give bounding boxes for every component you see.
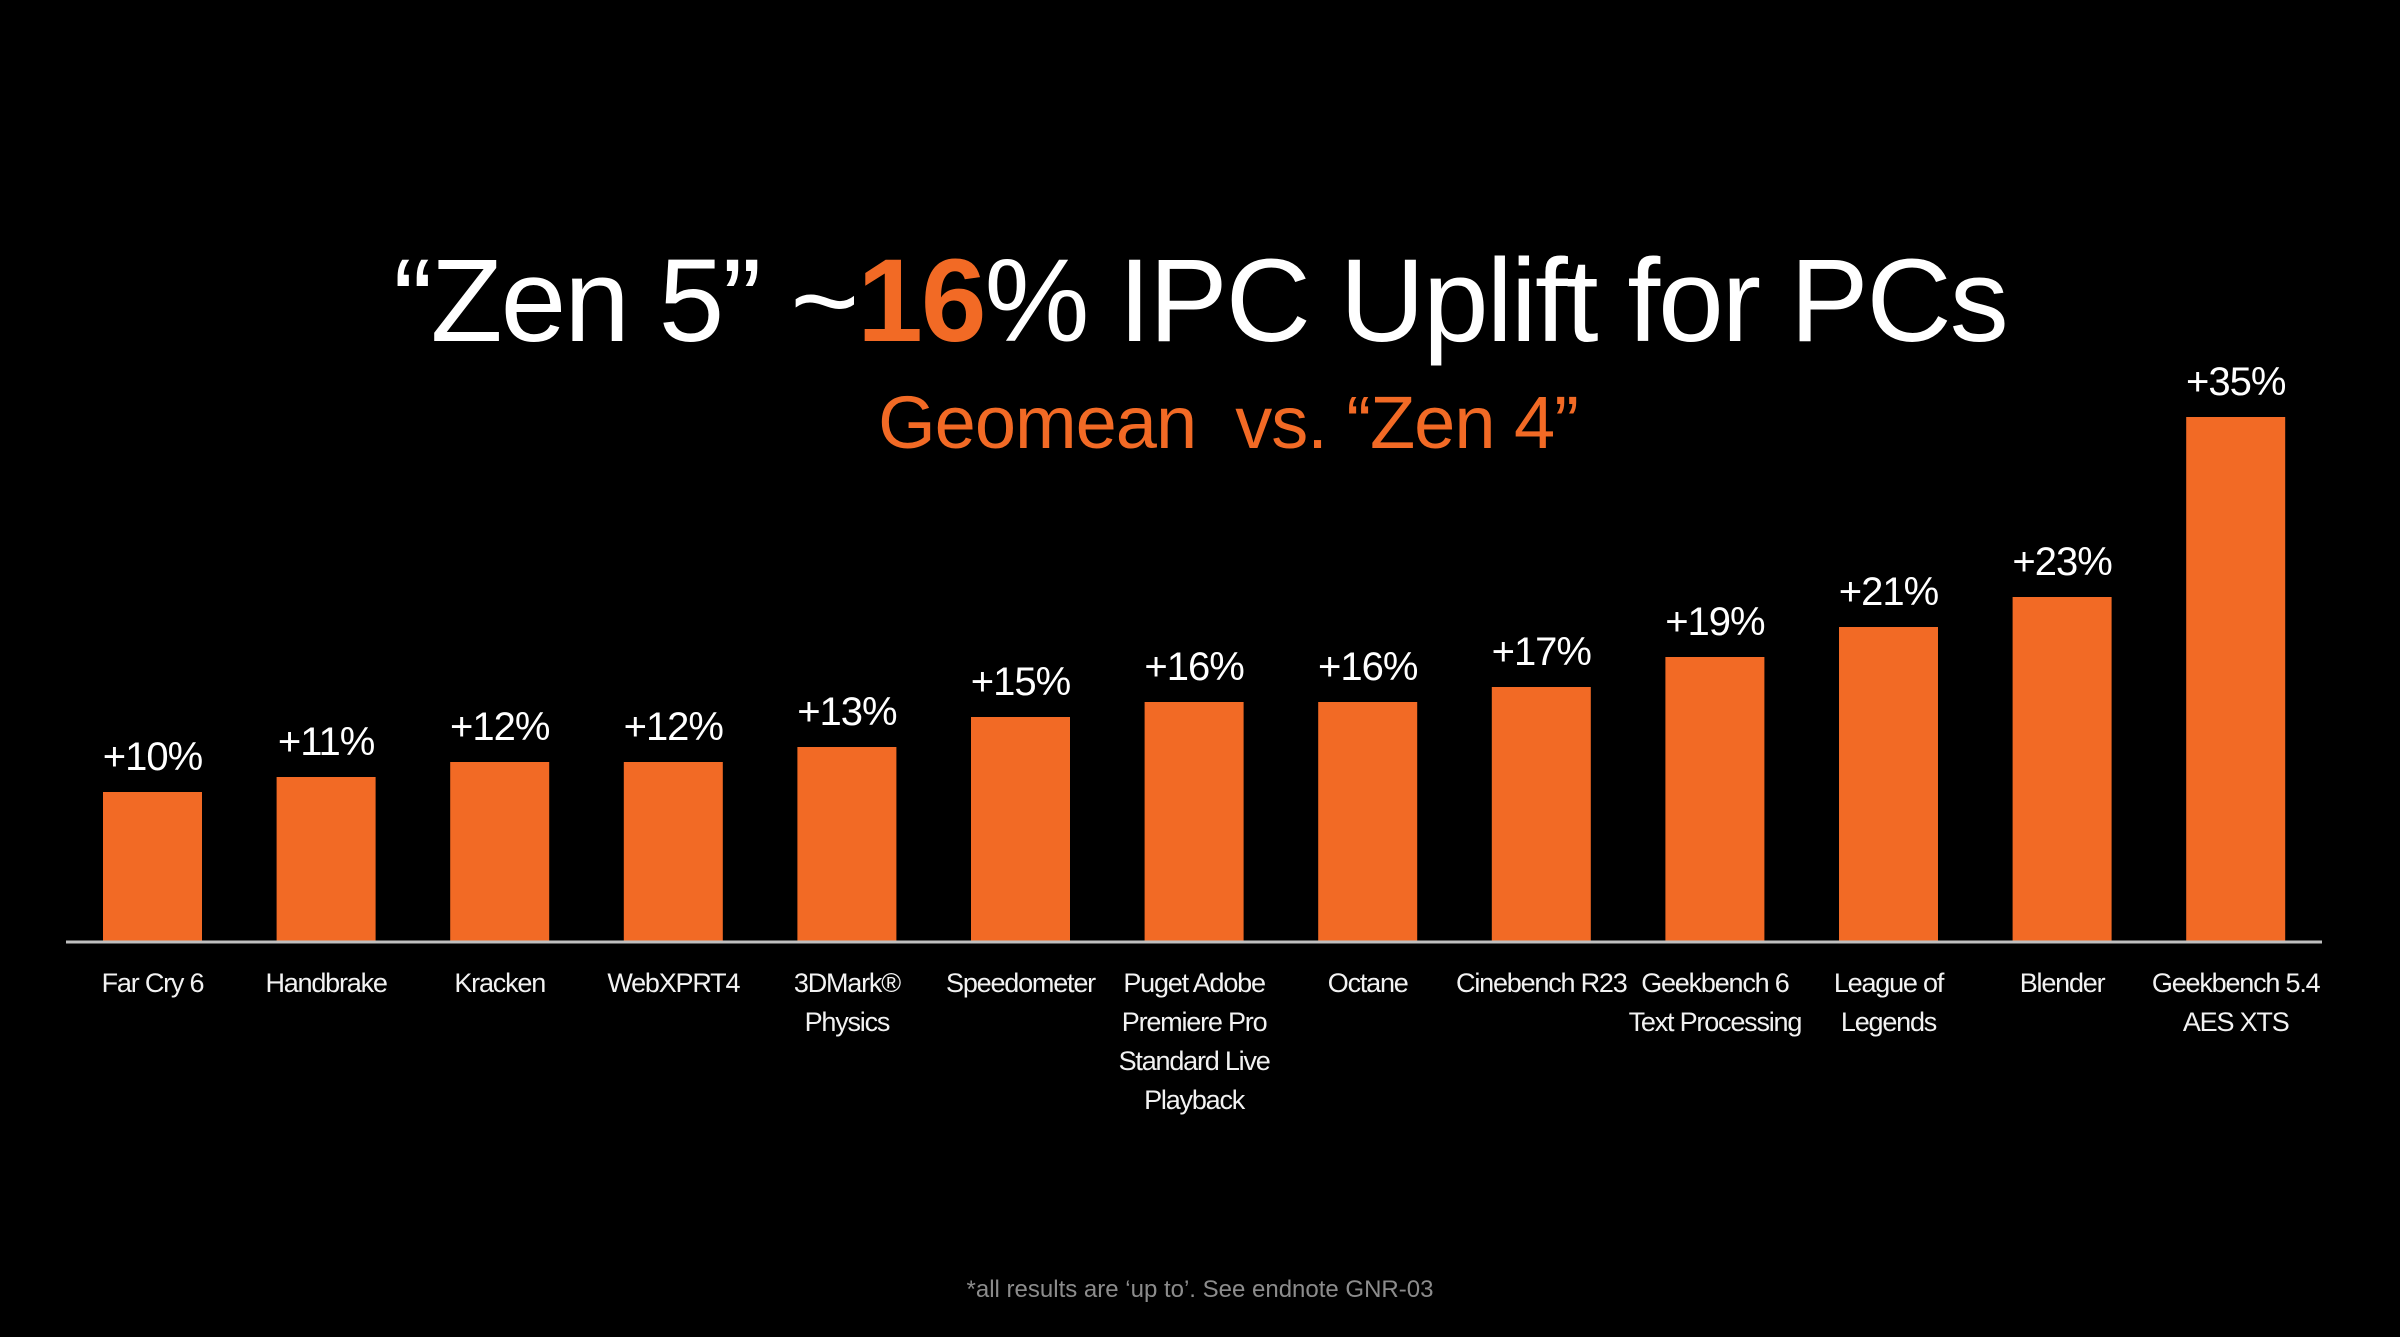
category-label-line: Far Cry 6 bbox=[102, 968, 204, 998]
bar bbox=[1318, 702, 1418, 942]
category-label-line: Physics bbox=[805, 1007, 890, 1037]
bar-value-label: +19% bbox=[1665, 600, 1765, 644]
category-label: 3DMark® Physics bbox=[794, 968, 901, 1037]
bar bbox=[1665, 657, 1765, 942]
category-label: WebXPRT4 bbox=[607, 968, 740, 998]
category-label-line: Premiere Pro bbox=[1122, 1007, 1267, 1037]
category-label: Geekbench 5.4 AES XTS bbox=[2152, 968, 2321, 1037]
category-label: Kracken bbox=[454, 968, 545, 998]
category-label-line: Blender bbox=[2020, 968, 2106, 998]
bar bbox=[276, 777, 376, 942]
category-label-line: Handbrake bbox=[265, 968, 386, 998]
bar bbox=[103, 792, 202, 942]
bar-value-label: +10% bbox=[103, 735, 203, 779]
footnote: *all results are ‘up to’. See endnote GN… bbox=[966, 1276, 1434, 1303]
category-label-line: WebXPRT4 bbox=[607, 968, 740, 998]
bar bbox=[2012, 597, 2112, 942]
category-label: League of Legends bbox=[1834, 968, 1945, 1037]
category-label: Octane bbox=[1328, 968, 1408, 998]
bar-value-label: +16% bbox=[1318, 645, 1418, 689]
bar-value-label: +23% bbox=[2012, 540, 2112, 584]
bar bbox=[2186, 417, 2286, 942]
category-label-line: League of bbox=[1834, 968, 1945, 998]
bar-value-label: +17% bbox=[1492, 630, 1592, 674]
category-label-line: 3DMark® bbox=[794, 968, 901, 998]
bar bbox=[1491, 687, 1591, 942]
bar-value-label: +15% bbox=[971, 660, 1071, 704]
category-label: Cinebench R23 bbox=[1456, 968, 1627, 998]
bar bbox=[797, 747, 897, 942]
bar-value-label: +12% bbox=[624, 705, 724, 749]
bar-value-label: +12% bbox=[450, 705, 550, 749]
category-label-line: Text Processing bbox=[1629, 1007, 1802, 1037]
category-label-line: Cinebench R23 bbox=[1456, 968, 1627, 998]
category-labels-group: Far Cry 6 Handbrake Kracken WebXPRT4 3DMark®… bbox=[102, 968, 2322, 1115]
bar bbox=[1144, 702, 1244, 942]
category-label-line: Speedometer bbox=[946, 968, 1096, 998]
category-label-line: Geekbench 6 bbox=[1641, 968, 1789, 998]
category-label-line: Puget Adobe bbox=[1123, 968, 1265, 998]
bar-value-label: +13% bbox=[797, 690, 897, 734]
bar bbox=[971, 717, 1070, 942]
category-label: Speedometer bbox=[946, 968, 1096, 998]
category-label-line: AES XTS bbox=[2183, 1007, 2289, 1037]
category-label-line: Standard Live bbox=[1119, 1046, 1270, 1076]
category-label-line: Playback bbox=[1144, 1085, 1246, 1115]
category-label: Puget Adobe Premiere Pro Standard Live Play… bbox=[1119, 968, 1270, 1115]
category-label-line: Legends bbox=[1841, 1007, 1937, 1037]
category-label-line: Octane bbox=[1328, 968, 1408, 998]
bar-value-label: +16% bbox=[1144, 645, 1244, 689]
bar bbox=[450, 762, 550, 942]
category-label-line: Kracken bbox=[454, 968, 545, 998]
bar-value-label: +21% bbox=[1839, 570, 1939, 614]
bar bbox=[623, 762, 723, 942]
bar-chart: +10% +11% +12% +12% +13% +15% +16% +16% +17% +19%… bbox=[66, 360, 2322, 1115]
category-label: Far Cry 6 bbox=[102, 968, 204, 998]
category-label: Geekbench 6 Text Processing bbox=[1629, 968, 1802, 1037]
bar-value-label: +11% bbox=[278, 720, 375, 764]
category-label: Handbrake bbox=[265, 968, 386, 998]
category-label: Blender bbox=[2020, 968, 2106, 998]
bar bbox=[1839, 627, 1938, 942]
category-label-line: Geekbench 5.4 bbox=[2152, 968, 2321, 998]
bar-value-label: +35% bbox=[2186, 360, 2286, 404]
